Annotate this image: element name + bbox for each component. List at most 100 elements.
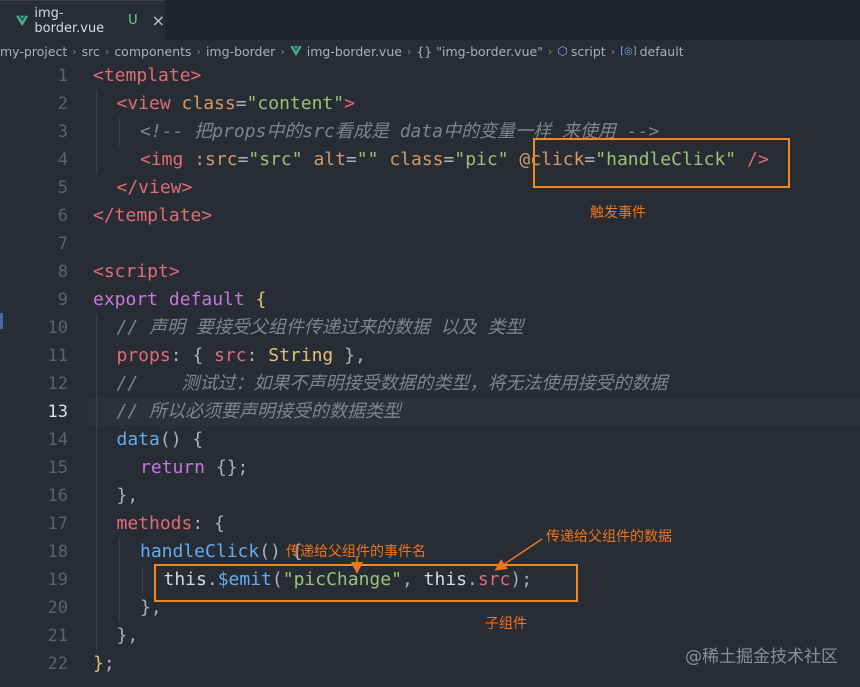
- code-token: default: [168, 289, 245, 310]
- code-token: () {: [159, 429, 204, 450]
- code-token: "pic": [454, 149, 509, 170]
- code-line[interactable]: 13 // 所以必须要声明接受的数据类型: [0, 398, 860, 426]
- code-text: // 声明 要接受父组件传递过来的数据 以及 类型: [117, 314, 524, 342]
- watermark: @稀土掘金技术社区: [685, 647, 838, 667]
- object-icon: {}: [416, 43, 433, 59]
- code-text: </view>: [117, 174, 193, 202]
- code-token: <view: [116, 93, 171, 114]
- code-text: handleClick() {: [140, 538, 303, 566]
- code-line[interactable]: 15 return {};: [0, 454, 860, 482]
- code-line[interactable]: 6 </template>: [0, 202, 860, 230]
- code-token: "content": [246, 93, 345, 114]
- code-line[interactable]: 12 // 测试过：如果不声明接受数据的类型，将无法使用接受的数据: [0, 370, 860, 398]
- breadcrumb-separator-icon: ›: [72, 44, 77, 58]
- code-line[interactable]: 11 props: { src: String },: [0, 342, 860, 370]
- annotation-trigger-event: 触发事件: [590, 205, 646, 221]
- line-number: 6: [57, 206, 68, 226]
- annotation-event-name: 传递给父组件的事件名: [286, 544, 426, 560]
- line-number: 13: [47, 402, 68, 422]
- code-token: =: [345, 149, 357, 170]
- code-line[interactable]: 7: [0, 230, 860, 258]
- breadcrumb-separator-icon: ›: [406, 44, 412, 58]
- code-token: <template: [93, 65, 191, 86]
- code-token: <script: [93, 261, 169, 282]
- code-editor[interactable]: 1 <template> 2 <view class="content"> 3 <!-- …: [0, 62, 860, 687]
- code-line[interactable]: 18 handleClick() {: [0, 538, 860, 566]
- code-token: String: [268, 345, 334, 366]
- line-number: 15: [47, 458, 68, 478]
- code-line[interactable]: 14 data() {: [0, 426, 860, 454]
- code-token: "": [356, 149, 379, 170]
- emit-call-highlight-box: [154, 564, 578, 602]
- code-text: };: [93, 650, 115, 678]
- code-line[interactable]: 10 // 声明 要接受父组件传递过来的数据 以及 类型: [0, 314, 860, 342]
- breadcrumb-item[interactable]: my-project: [0, 44, 67, 59]
- code-text: },: [117, 622, 139, 650]
- code-token: // 测试过：如果不声明接受数据的类型，将无法使用接受的数据: [116, 373, 668, 394]
- code-line[interactable]: 16},: [0, 482, 860, 510]
- code-token: methods: [116, 513, 193, 534]
- tab-filename: img-border.vue: [34, 5, 105, 36]
- line-number: 18: [47, 542, 68, 562]
- breadcrumb-separator-icon: ›: [104, 44, 110, 58]
- line-number: 17: [47, 514, 68, 534]
- line-number: 1: [57, 66, 68, 86]
- code-token: >: [190, 65, 202, 86]
- breadcrumb-separator-icon: ›: [547, 44, 553, 58]
- breadcrumb-label: components: [114, 43, 192, 59]
- code-token: =: [443, 149, 455, 170]
- code-token: </template>: [93, 205, 213, 226]
- line-number: 9: [57, 290, 68, 310]
- code-token: :src: [194, 149, 238, 170]
- line-number: 10: [47, 318, 68, 338]
- breadcrumb-item[interactable]: img-border: [206, 44, 275, 59]
- code-token: =: [235, 93, 247, 114]
- line-number: 11: [47, 346, 68, 366]
- click-handler-highlight-box: [533, 138, 790, 188]
- code-token: {: [255, 289, 267, 310]
- line-number: 12: [47, 374, 68, 394]
- breadcrumb-separator-icon: ›: [196, 44, 201, 58]
- breadcrumb-label: img-border: [205, 43, 276, 59]
- vue-file-icon: [289, 46, 302, 56]
- code-token: // 声明 要接受父组件传递过来的数据 以及 类型: [116, 317, 524, 338]
- line-number: 19: [47, 570, 68, 590]
- code-text: // 测试过：如果不声明接受数据的类型，将无法使用接受的数据: [117, 370, 668, 398]
- code-line[interactable]: 8 <script>: [0, 258, 860, 286]
- code-token: :: [246, 345, 269, 366]
- code-token: },: [116, 485, 139, 506]
- vue-file-icon: [16, 15, 29, 26]
- breadcrumb-item[interactable]: components: [114, 44, 191, 59]
- breadcrumb-label: "img-border.vue": [436, 43, 543, 59]
- breadcrumb: my-project › src › components › img-border › img…: [0, 40, 860, 62]
- breadcrumb-separator-icon: ›: [280, 44, 285, 58]
- code-token: ;: [103, 653, 115, 674]
- line-number: 7: [57, 234, 68, 254]
- breadcrumb-label: default: [639, 43, 684, 59]
- close-icon[interactable]: ×: [152, 12, 165, 29]
- editor-tab-img-border[interactable]: img-border.vue U ×: [0, 0, 165, 40]
- breadcrumb-item[interactable]: src: [82, 44, 100, 59]
- code-text: // 所以必须要声明接受的数据类型: [117, 398, 402, 426]
- breadcrumb-item[interactable]: ⬡ script: [557, 44, 605, 59]
- code-line[interactable]: 17 methods: {: [0, 510, 860, 538]
- code-text: <template>: [93, 62, 201, 90]
- code-token: },: [333, 345, 366, 366]
- breadcrumb-item[interactable]: [◎] default: [620, 44, 684, 59]
- breadcrumb-label: script: [570, 43, 606, 59]
- line-number: 8: [57, 262, 68, 282]
- breadcrumb-item[interactable]: {} "img-border.vue": [416, 44, 543, 59]
- breadcrumb-label: img-border.vue: [306, 43, 402, 59]
- code-token: : {: [170, 345, 215, 366]
- code-token: data: [116, 429, 160, 450]
- breadcrumb-item[interactable]: img-border.vue: [289, 43, 402, 59]
- annotation-child-component: 子组件: [485, 616, 527, 632]
- code-line[interactable]: 1 <template>: [0, 62, 860, 90]
- code-token: : {: [192, 513, 225, 534]
- code-line[interactable]: 2 <view class="content">: [0, 90, 860, 118]
- code-line[interactable]: 9 export default {: [0, 286, 860, 314]
